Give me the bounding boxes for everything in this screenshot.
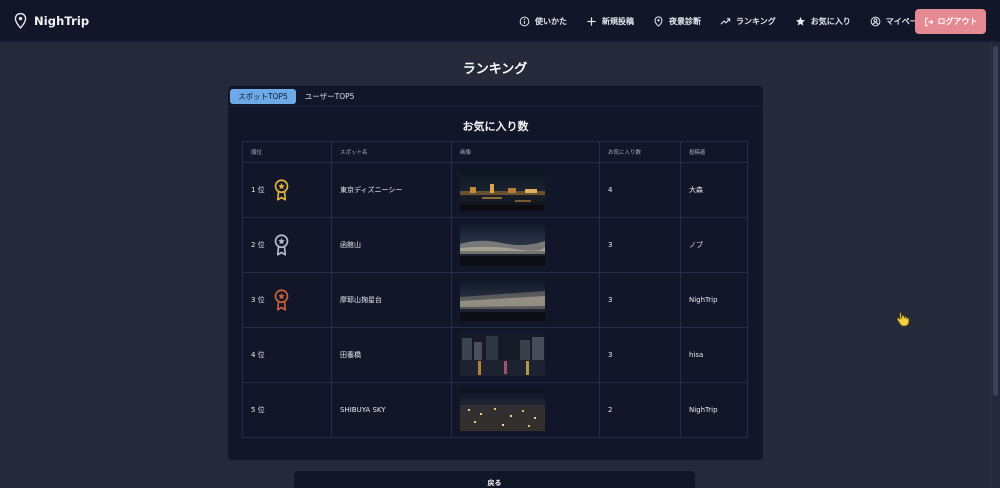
page-title: ランキング bbox=[462, 62, 528, 77]
tab-user-top5[interactable]: ユーザーTOP5 bbox=[297, 89, 363, 104]
nav-item-label: ランキング bbox=[736, 16, 776, 26]
user-icon bbox=[870, 16, 881, 26]
spot-name-link[interactable]: SHIBUYA SKY bbox=[331, 382, 452, 438]
author-name: NighTrip bbox=[680, 382, 748, 438]
logout-label: ログアウト bbox=[937, 17, 978, 26]
spot-photo[interactable] bbox=[460, 389, 545, 431]
tab-spot-top5[interactable]: スポットTOP5 bbox=[230, 89, 296, 104]
plus-icon bbox=[587, 16, 596, 26]
table-row: 4 位 田養橋 3 hisa bbox=[242, 327, 748, 383]
nav-item-diagnosis[interactable]: 夜景診断 bbox=[653, 15, 701, 27]
rank-cell: 1 位 bbox=[242, 162, 332, 218]
rank-label: 2 位 bbox=[251, 241, 265, 249]
table-row: 2 位 函館山 3 ノブ bbox=[242, 217, 748, 273]
nav-item-label: 使いかた bbox=[535, 16, 567, 26]
nav-item-label: 夜景診断 bbox=[669, 16, 701, 26]
header-rank: 順位 bbox=[242, 141, 332, 163]
scrollbar-thumb[interactable] bbox=[993, 46, 998, 396]
header-image: 画像 bbox=[451, 141, 600, 163]
rank-cell: 4 位 bbox=[242, 327, 332, 383]
spot-name-link[interactable]: 田養橋 bbox=[331, 327, 452, 383]
favorites-count: 3 bbox=[599, 272, 681, 328]
author-name: hisa bbox=[680, 327, 748, 383]
table-row: 5 位 SHIBUYA SKY 2 NighTrip bbox=[242, 382, 748, 438]
back-button[interactable]: 戻る bbox=[294, 471, 695, 488]
spot-photo[interactable] bbox=[460, 279, 545, 321]
page-scrollbar[interactable] bbox=[991, 42, 1000, 488]
favorites-count: 2 bbox=[599, 382, 681, 438]
logout-icon bbox=[924, 17, 933, 26]
header-author: 投稿者 bbox=[680, 141, 748, 163]
trending-icon bbox=[720, 17, 731, 25]
ranking-tabs: スポットTOP5 ユーザーTOP5 bbox=[230, 89, 362, 104]
header-favorites: お気に入り数 bbox=[599, 141, 681, 163]
header-spot-name: スポット名 bbox=[331, 141, 452, 163]
spot-photo[interactable] bbox=[460, 224, 545, 266]
table-row: 3 位 摩耶山掬星台 3 NighTrip bbox=[242, 272, 748, 328]
brand-name: NighTrip bbox=[34, 13, 90, 28]
author-name: 大森 bbox=[680, 162, 748, 218]
image-cell bbox=[451, 382, 600, 438]
divider bbox=[228, 106, 763, 107]
info-icon bbox=[519, 16, 530, 26]
spot-photo[interactable] bbox=[460, 169, 545, 211]
star-icon bbox=[795, 16, 805, 26]
nav-item-label: お気に入り bbox=[810, 16, 851, 26]
spot-name-link[interactable]: 摩耶山掬星台 bbox=[331, 272, 452, 328]
table-header-row: 順位 スポット名 画像 お気に入り数 投稿者 bbox=[242, 141, 748, 163]
rank-label: 3 位 bbox=[251, 296, 265, 304]
spot-name-link[interactable]: 函館山 bbox=[331, 217, 452, 273]
nav-item-label: 新規投稿 bbox=[602, 16, 634, 26]
image-cell bbox=[451, 327, 600, 383]
location-icon bbox=[654, 15, 663, 27]
bronze-medal-icon bbox=[274, 289, 289, 311]
image-cell bbox=[451, 217, 600, 273]
nav-item-ranking[interactable]: ランキング bbox=[720, 16, 776, 27]
ranking-card: スポットTOP5 ユーザーTOP5 お気に入り数 順位 スポット名 画像 お気に… bbox=[228, 86, 763, 460]
hand-cursor-icon bbox=[896, 312, 910, 327]
gold-medal-icon bbox=[274, 179, 289, 201]
ranking-table: 順位 スポット名 画像 お気に入り数 投稿者 1 位 東京ディズニーシー 4 大… bbox=[242, 141, 748, 438]
favorites-count: 4 bbox=[599, 162, 681, 218]
image-cell bbox=[451, 272, 600, 328]
spot-name-link[interactable]: 東京ディズニーシー bbox=[331, 162, 452, 218]
nav-item-howto[interactable]: 使いかた bbox=[519, 16, 567, 27]
rank-cell: 3 位 bbox=[242, 272, 332, 328]
author-name: NighTrip bbox=[680, 272, 748, 328]
logout-button[interactable]: ログアウト bbox=[915, 9, 986, 34]
navbar: NighTrip 使いかた 新規投稿 夜景診断 ランキング お気に入り マイペー… bbox=[0, 0, 1000, 42]
favorites-count: 3 bbox=[599, 327, 681, 383]
rank-label: 5 位 bbox=[251, 406, 265, 414]
favorites-count: 3 bbox=[599, 217, 681, 273]
spot-photo[interactable] bbox=[460, 334, 545, 376]
image-cell bbox=[451, 162, 600, 218]
nav-item-favorites[interactable]: お気に入り bbox=[795, 16, 851, 27]
brand-logo-link[interactable]: NighTrip bbox=[14, 12, 90, 29]
rank-label: 4 位 bbox=[251, 351, 265, 359]
silver-medal-icon bbox=[274, 234, 289, 256]
rank-cell: 5 位 bbox=[242, 382, 332, 438]
author-name: ノブ bbox=[680, 217, 748, 273]
table-row: 1 位 東京ディズニーシー 4 大森 bbox=[242, 162, 748, 218]
rank-label: 1 位 bbox=[251, 186, 265, 194]
ranking-table-title: お気に入り数 bbox=[462, 120, 529, 133]
map-pin-icon bbox=[14, 12, 27, 29]
nav-item-new-post[interactable]: 新規投稿 bbox=[586, 16, 634, 27]
back-panel: 戻る bbox=[294, 471, 695, 488]
rank-cell: 2 位 bbox=[242, 217, 332, 273]
nav-menu: 使いかた 新規投稿 夜景診断 ランキング お気に入り マイページ bbox=[519, 0, 945, 42]
